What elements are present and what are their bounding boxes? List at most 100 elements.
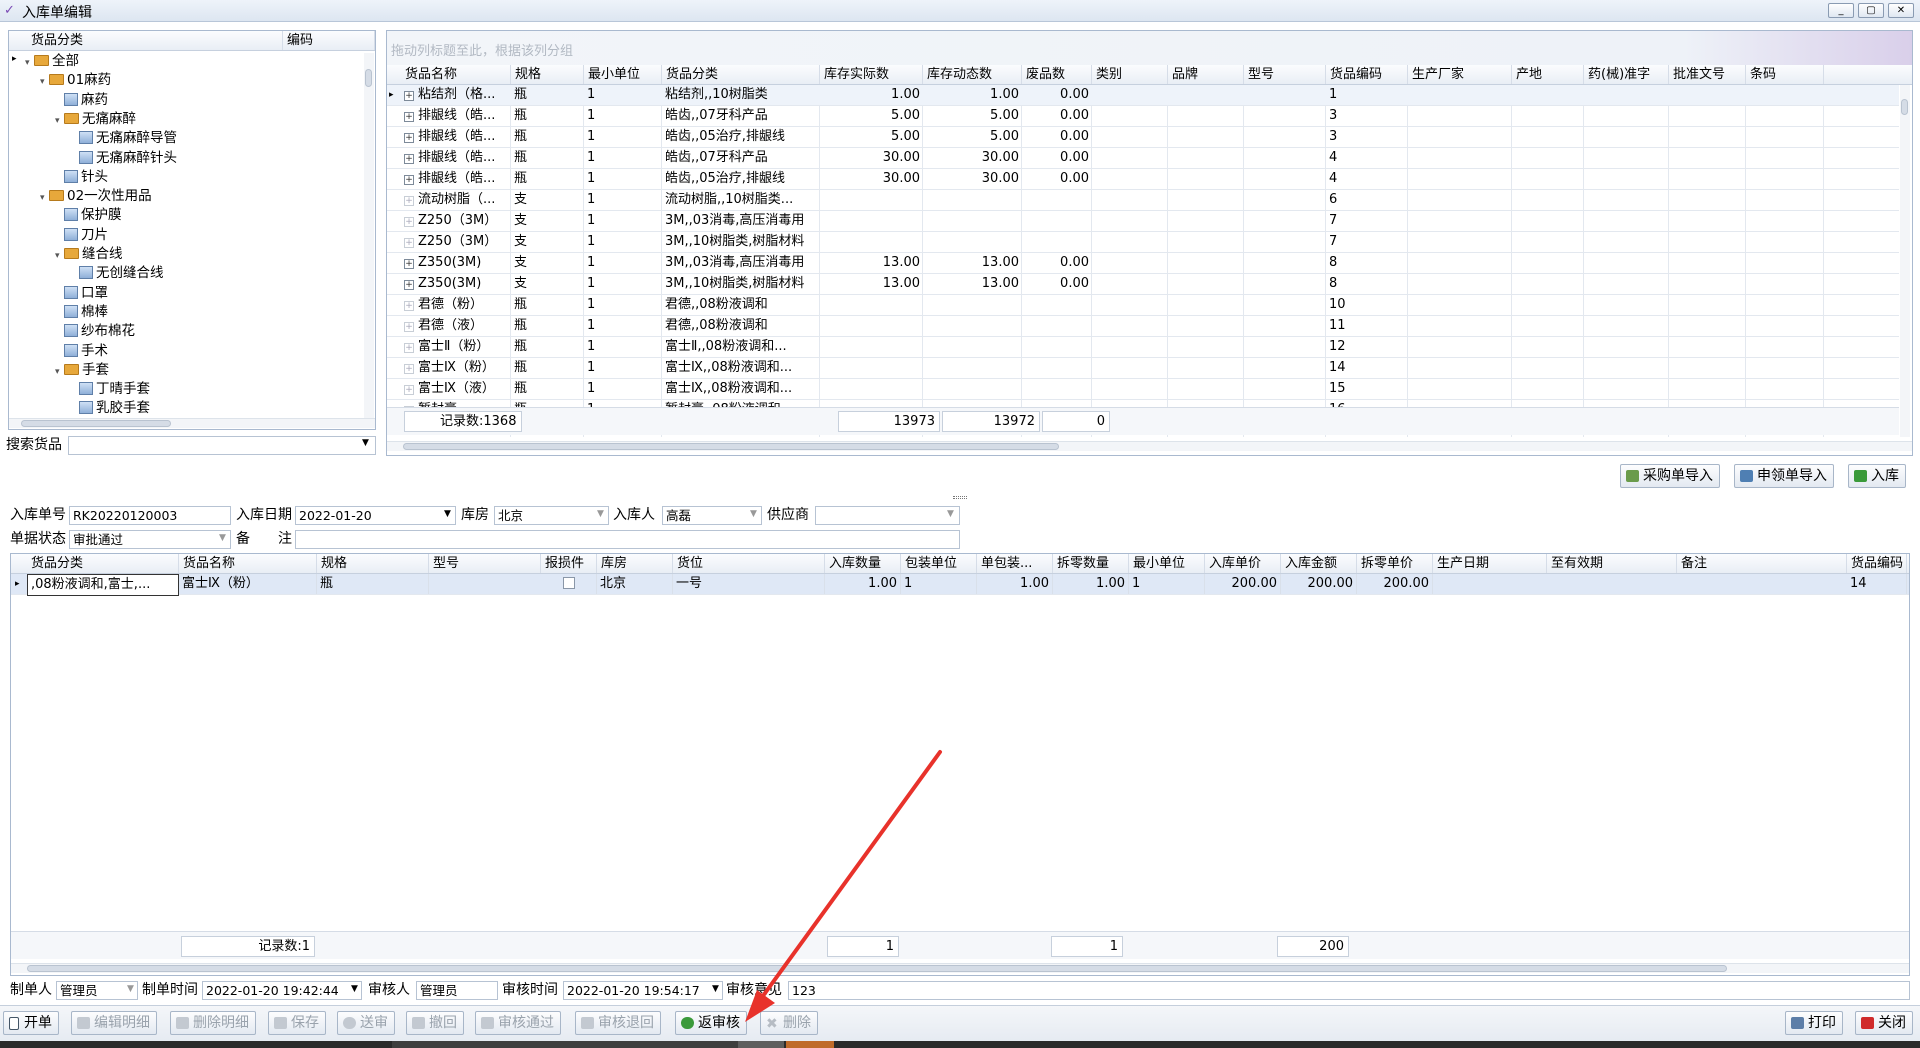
tree-node[interactable]: 麻药 <box>55 91 108 110</box>
splitter-grip[interactable] <box>953 496 967 499</box>
product-row[interactable]: + 排龈线（皓... 瓶 1 皓齿,,05治疗,排龈线 5.00 5.00 0.00 3 <box>387 127 1899 148</box>
detail-column-header[interactable]: 报损件 <box>541 554 597 573</box>
tree-node[interactable]: 丁晴手套 <box>70 380 150 399</box>
expand-row-icon[interactable]: + <box>404 196 414 206</box>
products-column-header[interactable]: 条码 <box>1746 65 1824 84</box>
search-input[interactable] <box>68 436 376 455</box>
detail-column-header[interactable]: 型号 <box>429 554 541 573</box>
products-column-header[interactable]: 货品分类 <box>662 65 820 84</box>
detail-column-header[interactable]: 拆零数量 <box>1053 554 1129 573</box>
damaged-checkbox[interactable] <box>562 577 575 589</box>
tree-node[interactable]: ▾ 01麻药 <box>40 71 111 90</box>
products-column-header[interactable]: 货品名称 <box>401 65 511 84</box>
expand-row-icon[interactable]: + <box>404 322 414 332</box>
status-field[interactable]: 审批通过 <box>69 530 231 549</box>
edit-detail-button[interactable]: 编辑明细 <box>71 1011 157 1035</box>
detail-column-header[interactable]: 至有效期 <box>1547 554 1677 573</box>
expand-toggle-icon[interactable]: ▾ <box>40 73 49 92</box>
close-button[interactable]: 关闭 <box>1855 1011 1913 1035</box>
products-hscroll[interactable] <box>387 441 1912 451</box>
minimize-button[interactable]: _ <box>1828 3 1854 18</box>
remark-field[interactable] <box>295 530 960 549</box>
tree-node[interactable]: 无创缝合线 <box>70 264 164 283</box>
tree-hscroll[interactable] <box>9 418 375 428</box>
products-column-header[interactable]: 品牌 <box>1168 65 1244 84</box>
detail-column-header[interactable]: 备注 <box>1677 554 1847 573</box>
maker-field[interactable]: 管理员 <box>56 981 138 1000</box>
products-column-header[interactable]: 库存动态数 <box>923 65 1022 84</box>
purchase-import-button[interactable]: 采购单导入 <box>1620 464 1720 488</box>
detail-column-header[interactable]: 入库金额 <box>1281 554 1357 573</box>
products-column-header[interactable]: 产地 <box>1512 65 1584 84</box>
unaudit-button[interactable]: 返审核 <box>675 1011 747 1035</box>
tree-node[interactable]: 棉棒 <box>55 303 108 322</box>
expand-toggle-icon[interactable]: ▾ <box>40 189 49 208</box>
tree-node[interactable]: 无痛麻醉导管 <box>70 129 177 148</box>
delete-button[interactable]: ✖ 删除 <box>760 1011 818 1035</box>
restore-button[interactable]: ▢ <box>1858 3 1884 18</box>
product-row[interactable]: + Z250（3M） 支 1 3M,,03消毒,高压消毒用 7 <box>387 211 1899 232</box>
detail-cell-per_pack[interactable]: 1.00 <box>977 574 1053 594</box>
expand-row-icon[interactable]: + <box>404 301 414 311</box>
product-row[interactable]: + Z350(3M) 支 1 3M,,03消毒,高压消毒用 13.00 13.00 0.00 8 <box>387 253 1899 274</box>
detail-column-header[interactable]: 包装单位 <box>901 554 977 573</box>
date-field[interactable]: 2022-01-20 <box>295 506 456 525</box>
expand-row-icon[interactable]: + <box>404 91 414 101</box>
detail-column-header[interactable]: 单包装... <box>977 554 1053 573</box>
detail-column-header[interactable]: 生产日期 <box>1433 554 1547 573</box>
save-button[interactable]: 保存 <box>268 1011 326 1035</box>
detail-column-header[interactable]: 货品分类 <box>27 554 179 573</box>
tree-node[interactable]: 针头 <box>55 168 108 187</box>
close-window-button[interactable]: ✕ <box>1888 3 1914 18</box>
detail-column-header[interactable]: 货品名称 <box>179 554 317 573</box>
detail-cell-location[interactable]: 一号 <box>673 574 825 594</box>
expand-toggle-icon[interactable]: ▾ <box>55 363 64 382</box>
detail-column-header[interactable]: 货位 <box>673 554 825 573</box>
delete-detail-button[interactable]: 删除明细 <box>170 1011 256 1035</box>
detail-column-header[interactable]: 拆零单价 <box>1357 554 1433 573</box>
maker-dropdown-icon[interactable]: ▼ <box>127 984 134 994</box>
new-order-button[interactable]: 开单 <box>3 1011 59 1035</box>
products-column-header[interactable]: 规格 <box>511 65 584 84</box>
expand-row-icon[interactable]: + <box>404 238 414 248</box>
detail-cell-qty[interactable]: 1.00 <box>825 574 901 594</box>
products-column-header[interactable]: 最小单位 <box>584 65 662 84</box>
make-time-dropdown-icon[interactable]: ▼ <box>351 984 358 994</box>
detail-cell-split_qty[interactable]: 1.00 <box>1053 574 1129 594</box>
detail-row[interactable]: ▸ ,08粉液调和,富士,... 富士Ⅸ（粉）瓶北京 一号 1.00 1 1.00 1.00 1… <box>11 574 1909 596</box>
detail-cell-pack[interactable]: 1 <box>901 574 977 594</box>
expand-toggle-icon[interactable]: ▾ <box>25 54 34 73</box>
tree-vscroll[interactable] <box>364 53 374 419</box>
print-button[interactable]: 打印 <box>1785 1011 1843 1035</box>
detail-cell-name[interactable]: 富士Ⅸ（粉） <box>179 574 317 594</box>
expand-row-icon[interactable]: + <box>404 385 414 395</box>
product-row[interactable]: + 流动树脂（... 支 1 流动树脂,,10树脂类... 6 <box>387 190 1899 211</box>
auditor-field[interactable]: 管理员 <box>416 981 498 1000</box>
detail-column-header[interactable]: 最小单位 <box>1129 554 1205 573</box>
make-time-field[interactable]: 2022-01-20 19:42:44 <box>202 981 362 1000</box>
product-row[interactable]: + Z350(3M) 支 1 3M,,10树脂类,树脂材料 13.00 13.00 0.00 8 <box>387 274 1899 295</box>
person-dropdown-icon[interactable]: ▼ <box>750 509 757 519</box>
detail-cell-code[interactable]: 14 <box>1847 574 1907 594</box>
tree-node[interactable]: 刀片 <box>55 226 108 245</box>
expand-row-icon[interactable]: + <box>404 154 414 164</box>
detail-column-header[interactable]: 货品编码 <box>1847 554 1907 573</box>
tree-node[interactable]: 手术 <box>55 342 108 361</box>
product-row[interactable]: ▸ + 粘结剂（格... 瓶 1 粘结剂,,10树脂类 1.00 1.00 0.00 1 <box>387 85 1899 106</box>
detail-column-header[interactable]: 库房 <box>597 554 673 573</box>
supplier-field[interactable] <box>815 506 960 525</box>
products-column-header[interactable]: 药(械)准字 <box>1584 65 1669 84</box>
expand-row-icon[interactable]: + <box>404 343 414 353</box>
status-dropdown-icon[interactable]: ▼ <box>219 533 226 543</box>
tree-node[interactable]: ▾ 缝合线 <box>55 245 123 264</box>
detail-column-header[interactable]: 入库单价 <box>1205 554 1281 573</box>
expand-row-icon[interactable]: + <box>404 364 414 374</box>
product-row[interactable]: + 富士Ⅱ（粉） 瓶 1 富士Ⅱ,,08粉液调和... 12 <box>387 337 1899 358</box>
products-column-header[interactable]: 废品数 <box>1022 65 1092 84</box>
products-column-header[interactable]: 货品编码 <box>1326 65 1408 84</box>
warehouse-field[interactable]: 北京 <box>494 506 609 525</box>
product-row[interactable]: + 富士Ⅸ（液） 瓶 1 富士Ⅸ,,08粉液调和... 15 <box>387 379 1899 400</box>
product-row[interactable]: + 排龈线（皓... 瓶 1 皓齿,,07牙科产品 30.00 30.00 0.00 4 <box>387 148 1899 169</box>
tree-node[interactable]: 纱布棉花 <box>55 322 135 341</box>
products-column-header[interactable]: 生产厂家 <box>1408 65 1512 84</box>
